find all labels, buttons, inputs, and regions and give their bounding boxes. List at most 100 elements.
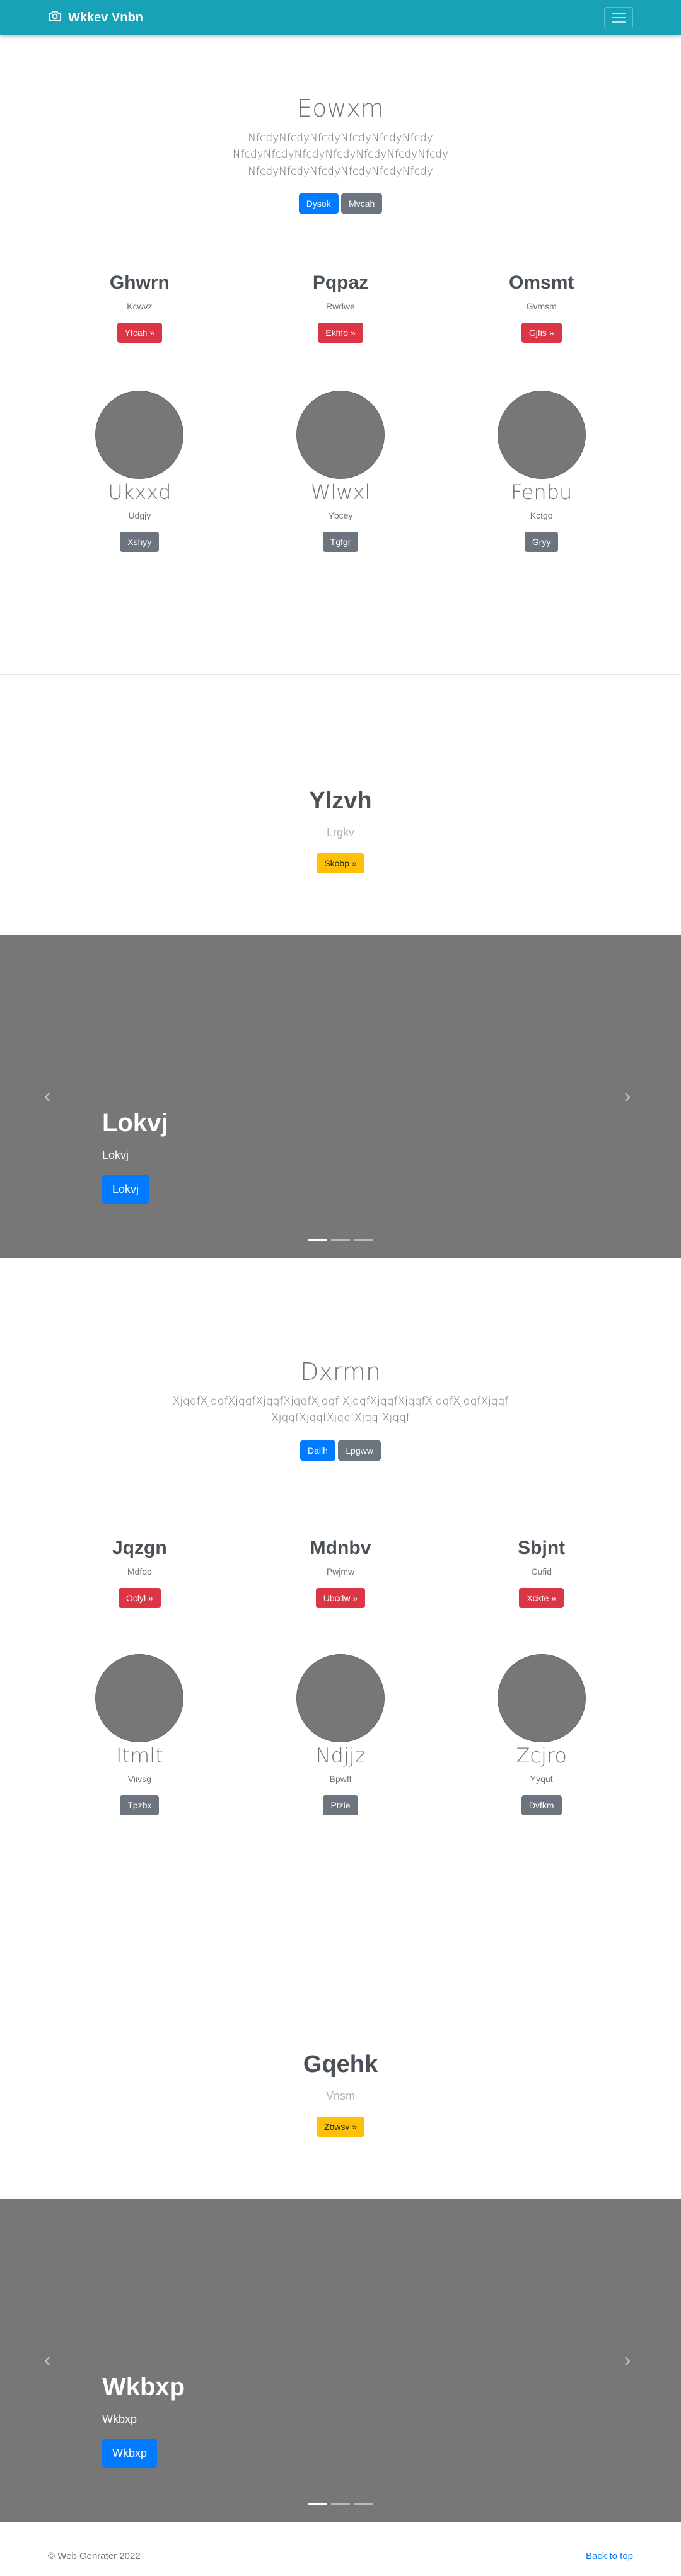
feature-button[interactable]: Skobp » [317,853,364,873]
jumbotron-primary-button[interactable]: Dysok [298,193,339,214]
column-card: Ghwrn Kcwvz Yfcah » [39,272,240,343]
profile-card: Wlwxl Ybcey Tgfgr [240,391,441,552]
column-card: Omsmt Gvmsm Gjfis » [441,272,642,343]
profile-button[interactable]: Ptzie [323,1795,358,1815]
profile-name: Zcjro [516,1744,567,1768]
profile-subtitle: Ybcey [328,510,353,520]
profile-card: Fenbu Kctgo Gryy [441,391,642,552]
carousel-1: ‹ › Lokvj Lokvj Lokvj [0,935,681,1258]
column-title: Sbjnt [518,1538,566,1558]
column-button[interactable]: Oclyl » [118,1588,161,1608]
profile-name: Fenbu [511,480,573,504]
column-button[interactable]: Ekhfo » [318,323,363,343]
carousel-caption: Wkbxp Wkbxp Wkbxp [102,2373,185,2468]
profile-subtitle: Yyqut [530,1774,553,1784]
jumbotron-1: Eowxm NfcdyNfcdyNfcdyNfcdyNfcdyNfcdy Nfc… [0,95,681,214]
section-divider [0,674,681,675]
carousel-text: Wkbxp [102,2413,137,2425]
carousel-indicators [0,2503,681,2505]
profile-name: Wlwxl [310,480,371,504]
carousel-button[interactable]: Lokvj [102,1175,149,1204]
jumbotron-secondary-button[interactable]: Lpgww [338,1440,381,1461]
jumbotron-secondary-button[interactable]: Mvcah [341,193,383,214]
feature-1: Ylzvh Lrgkv Skobp » [0,788,681,873]
column-subtitle: Kcwvz [127,301,153,311]
avatar-placeholder [95,1654,184,1742]
profile-card: Zcjro Yyqut Dvfkm [441,1654,642,1815]
profile-subtitle: Viivsg [127,1774,151,1784]
profile-name: Itmlt [116,1744,163,1768]
feature-button[interactable]: Zbwsv » [316,2117,365,2137]
profile-name: Ukxxd [108,480,172,504]
carousel-next-icon[interactable]: › [624,1087,637,1106]
column-card: Mdnbv Pwjmw Ubcdw » [240,1538,441,1608]
carousel-indicator[interactable] [331,1239,350,1241]
feature-2: Gqehk Vnsm Zbwsv » [0,2051,681,2137]
carousel-button[interactable]: Wkbxp [102,2439,158,2468]
carousel-indicator[interactable] [354,1239,373,1241]
back-to-top-link[interactable]: Back to top [586,2551,633,2562]
column-title: Pqpaz [312,272,369,293]
column-title: Mdnbv [310,1538,371,1558]
navbar-brand[interactable]: Wkkev Vnbn [48,10,143,25]
camera-icon [48,10,62,25]
columns-row-2: Jqzgn Mdfoo Oclyl » Mdnbv Pwjmw Ubcdw » … [0,1538,681,1608]
hamburger-icon[interactable] [604,7,633,28]
carousel-text: Lokvj [102,1149,129,1161]
carousel-indicator[interactable] [331,2503,350,2505]
carousel-indicator[interactable] [308,1239,327,1241]
jumbotron-text: NfcdyNfcdyNfcdyNfcdyNfcdyNfcdy NfcdyNfcd… [232,132,449,178]
feature-subtitle: Lrgkv [326,826,354,839]
profile-name: Ndjjz [315,1744,366,1768]
column-button[interactable]: Ubcdw » [315,1588,366,1608]
column-button[interactable]: Gjfis » [521,323,562,343]
column-subtitle: Gvmsm [526,301,557,311]
carousel-prev-icon[interactable]: ‹ [44,1087,57,1106]
jumbotron-2: Dxrmn XjqqfXjqqfXjqqfXjqqfXjqqfXjqqf Xjq… [0,1358,681,1461]
profile-button[interactable]: Tpzbx [120,1795,160,1815]
footer: © Web Genrater 2022 Back to top [0,2551,681,2562]
carousel-caption: Lokvj Lokvj Lokvj [102,1109,168,1204]
profile-button[interactable]: Gryy [524,532,559,552]
column-title: Omsmt [509,272,574,293]
profile-card: Ukxxd Udgjy Xshyy [39,391,240,552]
carousel-indicator[interactable] [354,2503,373,2505]
column-card: Pqpaz Rwdwe Ekhfo » [240,272,441,343]
copyright-text: © Web Genrater 2022 [48,2551,141,2562]
avatar-placeholder [497,1654,586,1742]
brand-label: Wkkev Vnbn [68,10,143,25]
avatar-placeholder [296,391,385,479]
carousel-indicator[interactable] [308,2503,327,2505]
profile-button[interactable]: Xshyy [120,532,160,552]
avatar-placeholder [95,391,184,479]
jumbotron-title: Eowxm [297,95,384,122]
profiles-row-1: Ukxxd Udgjy Xshyy Wlwxl Ybcey Tgfgr Fenb… [0,391,681,552]
carousel-title: Lokvj [102,1109,168,1137]
avatar-placeholder [497,391,586,479]
columns-row-1: Ghwrn Kcwvz Yfcah » Pqpaz Rwdwe Ekhfo » … [0,272,681,343]
jumbotron-primary-button[interactable]: Dallh [300,1440,335,1461]
profile-subtitle: Kctgo [530,510,553,520]
column-title: Jqzgn [112,1538,167,1558]
column-subtitle: Pwjmw [326,1567,355,1577]
profile-subtitle: Udgjy [128,510,151,520]
carousel-title: Wkbxp [102,2373,185,2401]
carousel-prev-icon[interactable]: ‹ [44,2351,57,2370]
navbar: Wkkev Vnbn [0,0,681,35]
column-subtitle: Mdfoo [127,1567,152,1577]
profile-card: Itmlt Viivsg Tpzbx [39,1654,240,1815]
profile-button[interactable]: Tgfgr [322,532,359,552]
column-card: Jqzgn Mdfoo Oclyl » [39,1538,240,1608]
column-card: Sbjnt Cufid Xckte » [441,1538,642,1608]
feature-subtitle: Vnsm [325,2090,355,2102]
profile-subtitle: Bpwff [329,1774,352,1784]
column-subtitle: Cufid [531,1567,552,1577]
carousel-next-icon[interactable]: › [624,2351,637,2370]
feature-title: Ylzvh [309,788,372,814]
column-button[interactable]: Xckte » [519,1588,564,1608]
avatar-placeholder [296,1654,385,1742]
carousel-indicators [0,1239,681,1241]
column-button[interactable]: Yfcah » [117,323,163,343]
profile-button[interactable]: Dvfkm [521,1795,562,1815]
column-subtitle: Rwdwe [326,301,355,311]
